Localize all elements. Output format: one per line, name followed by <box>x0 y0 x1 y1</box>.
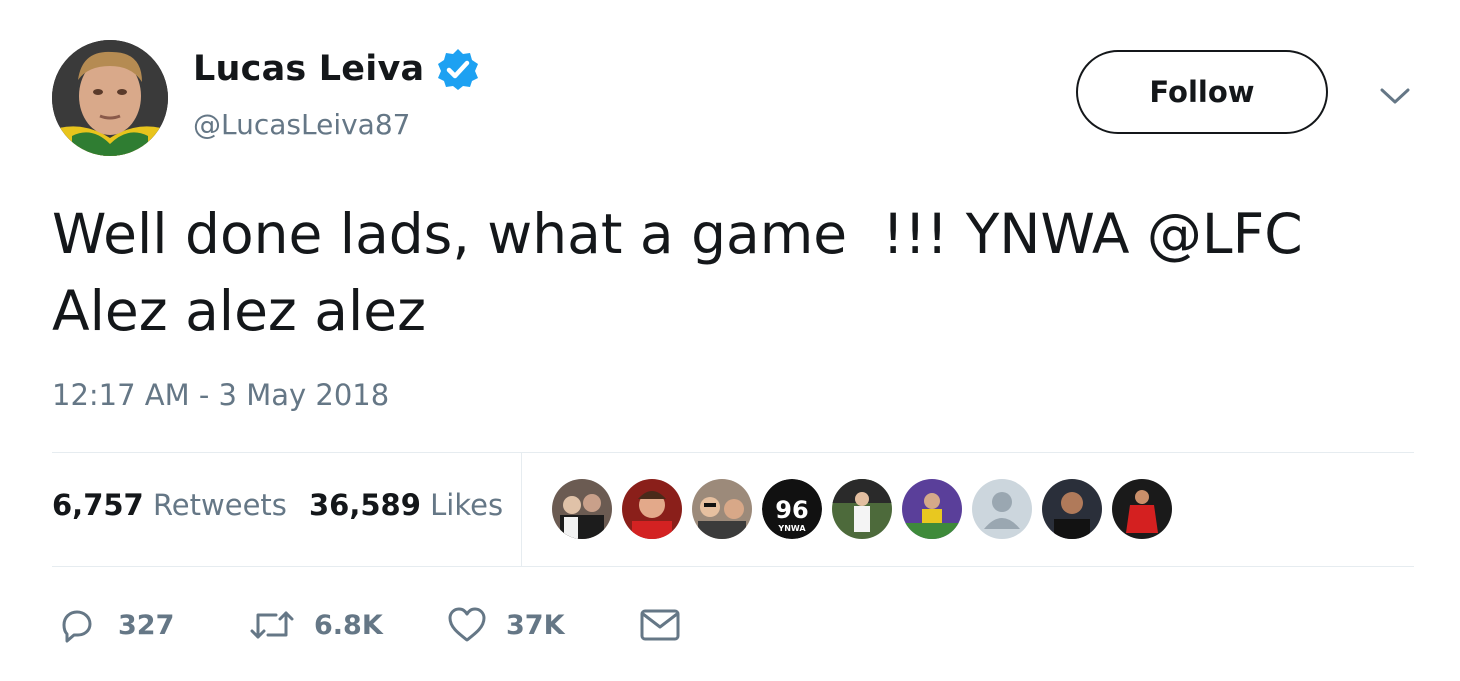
retweet-count: 6.8K <box>314 609 383 641</box>
author-handle[interactable]: @LucasLeiva87 <box>193 108 410 141</box>
chevron-down-icon[interactable] <box>1378 84 1412 108</box>
default-avatar-icon[interactable] <box>972 479 1032 539</box>
reply-icon <box>56 605 96 645</box>
like-button[interactable]: 37K <box>446 598 565 652</box>
tweet-text: Well done lads, what a game !!! YNWA @LF… <box>52 202 1303 343</box>
liker-avatar[interactable] <box>692 479 752 539</box>
retweet-icon <box>248 605 296 645</box>
liker-avatar[interactable] <box>1042 479 1102 539</box>
author-name[interactable]: Lucas Leiva <box>193 49 424 89</box>
liker-avatar[interactable] <box>902 479 962 539</box>
retweets-label: Retweets <box>152 488 287 522</box>
badge-ynwa-text: YNWA <box>777 524 806 533</box>
liker-avatar[interactable]: 96 YNWA <box>762 479 822 539</box>
tweet-timestamp[interactable]: 12:17 AM - 3 May 2018 <box>52 378 389 412</box>
tweet-actions: 327 6.8K 37K <box>52 598 752 658</box>
retweet-button[interactable]: 6.8K <box>248 598 383 652</box>
author-name-row[interactable]: Lucas Leiva <box>193 47 480 91</box>
profile-avatar[interactable] <box>52 40 168 156</box>
verified-badge-icon <box>436 47 480 91</box>
heart-icon <box>446 605 488 645</box>
envelope-icon <box>638 605 682 645</box>
stats-row: 6,757 Retweets 36,589 Likes 96 YNWA <box>52 452 1414 566</box>
stats-separator <box>521 452 522 566</box>
liker-avatar[interactable] <box>552 479 612 539</box>
liker-avatar[interactable] <box>832 479 892 539</box>
follow-button[interactable]: Follow <box>1076 50 1328 134</box>
liker-avatar[interactable] <box>1112 479 1172 539</box>
likes-label: Likes <box>430 488 504 522</box>
reply-count: 327 <box>118 609 175 641</box>
retweets-stat[interactable]: 6,757 Retweets <box>52 488 287 522</box>
badge-96-text: 96 <box>775 496 808 524</box>
liker-avatar[interactable] <box>622 479 682 539</box>
direct-message-button[interactable] <box>638 598 682 652</box>
reply-button[interactable]: 327 <box>56 598 174 652</box>
likes-stat[interactable]: 36,589 Likes <box>309 488 503 522</box>
liker-avatars: 96 YNWA <box>552 479 1182 539</box>
retweets-count: 6,757 <box>52 488 144 522</box>
likes-count: 36,589 <box>309 488 421 522</box>
divider-bottom <box>52 566 1414 567</box>
like-count: 37K <box>506 609 565 641</box>
